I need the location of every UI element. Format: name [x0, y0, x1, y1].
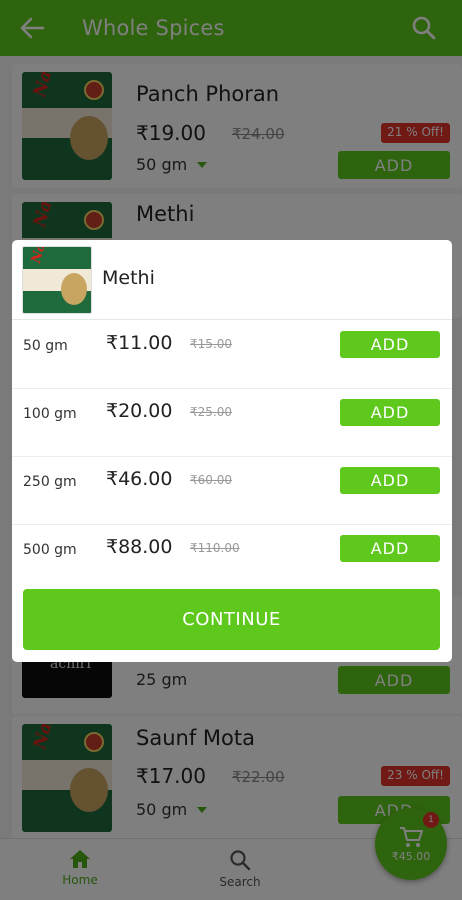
variant-mrp: ₹60.00 — [190, 473, 232, 487]
variant-add-button[interactable]: ADD — [340, 535, 440, 562]
variant-row: 250 gm ₹46.00 ₹60.00 ADD — [12, 457, 452, 525]
dialog-title: Methi — [102, 267, 155, 289]
variant-weight: 50 gm — [23, 338, 68, 354]
variant-weight: 500 gm — [23, 542, 77, 558]
dialog-product-image: Nature — [22, 246, 92, 314]
variant-mrp: ₹110.00 — [190, 541, 240, 555]
variant-price: ₹46.00 — [106, 468, 173, 490]
variant-add-button[interactable]: ADD — [340, 331, 440, 358]
variant-weight: 250 gm — [23, 474, 77, 490]
variant-mrp: ₹15.00 — [190, 337, 232, 351]
variant-price: ₹20.00 — [106, 400, 173, 422]
variant-price: ₹88.00 — [106, 536, 173, 558]
dialog-header: Nature Methi — [12, 240, 452, 320]
variant-dialog: Nature Methi 50 gm ₹11.00 ₹15.00 ADD 100… — [12, 240, 452, 662]
variant-row: 50 gm ₹11.00 ₹15.00 ADD — [12, 321, 452, 389]
variant-row: 100 gm ₹20.00 ₹25.00 ADD — [12, 389, 452, 457]
variant-add-button[interactable]: ADD — [340, 467, 440, 494]
variant-weight: 100 gm — [23, 406, 77, 422]
variant-add-button[interactable]: ADD — [340, 399, 440, 426]
variant-row: 500 gm ₹88.00 ₹110.00 ADD — [12, 525, 452, 593]
variant-mrp: ₹25.00 — [190, 405, 232, 419]
variant-price: ₹11.00 — [106, 332, 173, 354]
continue-button[interactable]: CONTINUE — [23, 589, 440, 650]
